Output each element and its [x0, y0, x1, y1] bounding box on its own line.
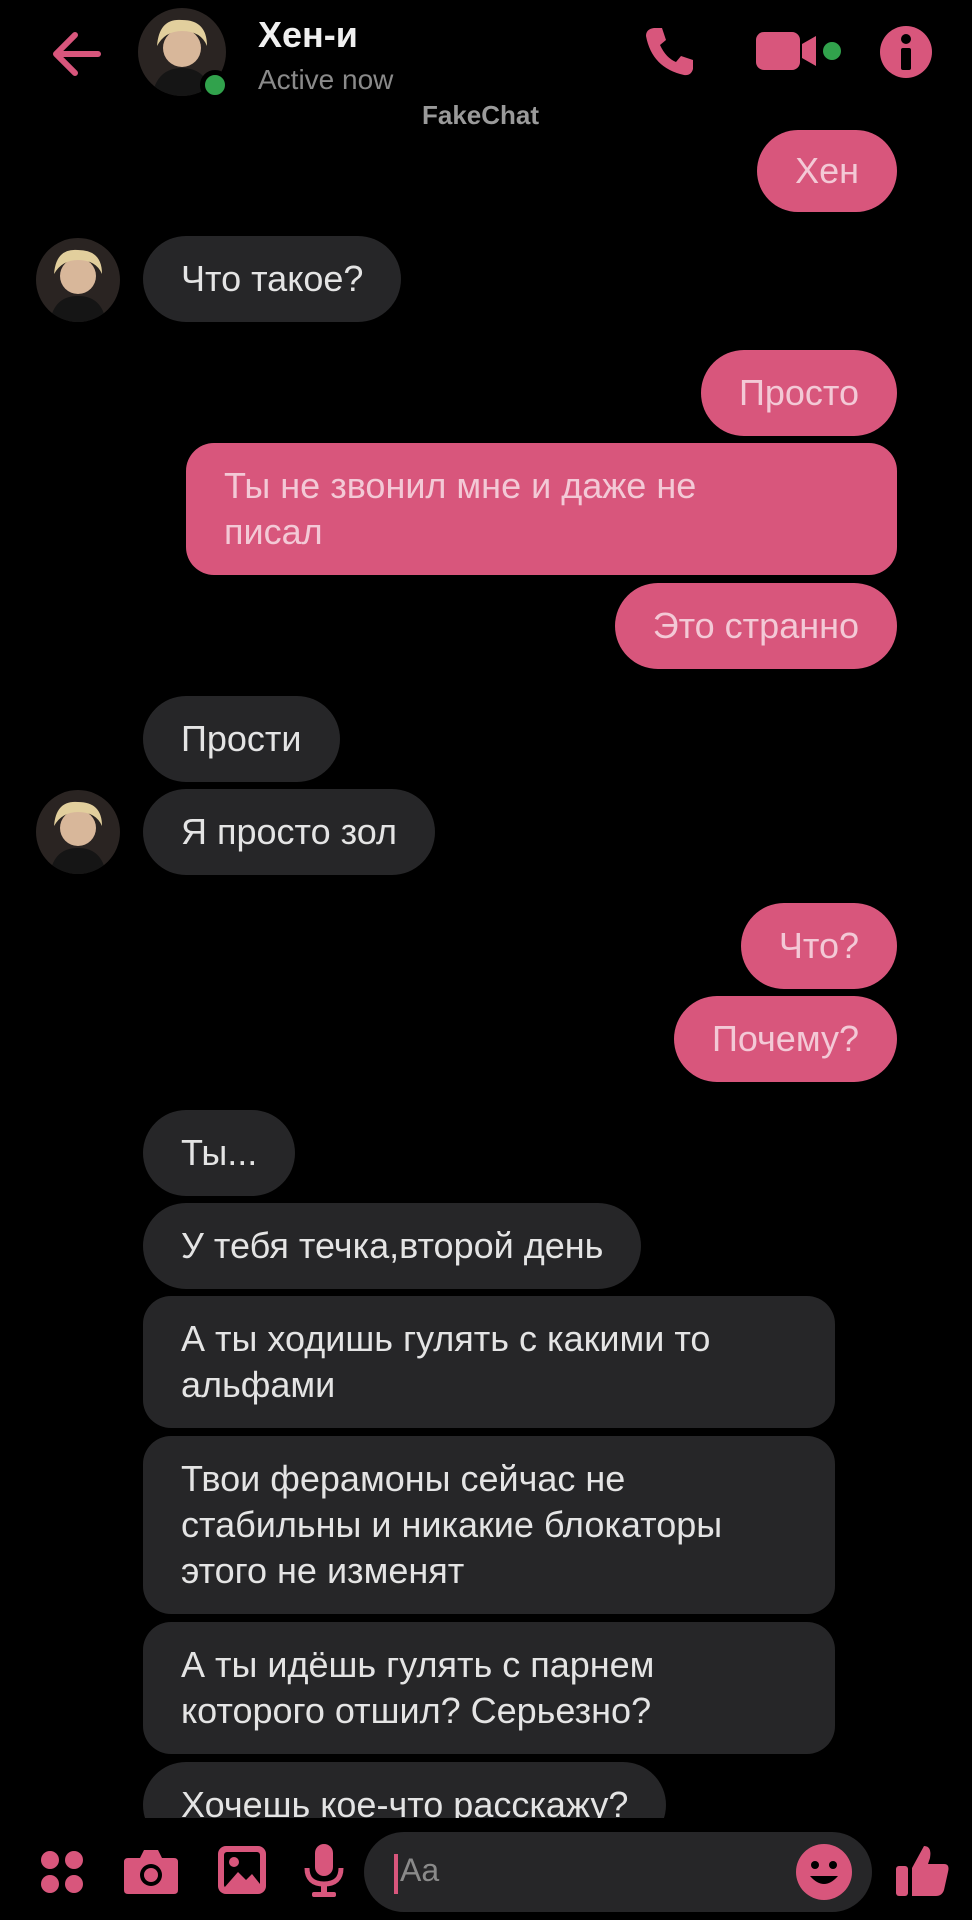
conversation-header: Хен-и Active now FakeChat: [0, 0, 972, 135]
message-outgoing[interactable]: Почему?: [673, 996, 897, 1082]
contact-status: Active now: [258, 64, 394, 95]
message-composer: Aa: [0, 1820, 972, 1920]
message-incoming[interactable]: Ты...: [143, 1110, 296, 1196]
chat-avatar: [36, 238, 120, 322]
contact-name[interactable]: Хен-и: [258, 14, 358, 56]
camera-icon[interactable]: [122, 1846, 180, 1901]
apps-grid-icon[interactable]: [38, 1848, 86, 1901]
message-outgoing[interactable]: Это странно: [614, 583, 897, 669]
message-incoming[interactable]: А ты идёшь гулять с парнем которого отши…: [143, 1622, 835, 1754]
message-incoming[interactable]: Твои ферамоны сейчас не стабильны и ника…: [143, 1436, 835, 1614]
microphone-icon[interactable]: [302, 1842, 346, 1903]
message-outgoing[interactable]: Что?: [740, 903, 897, 989]
message-incoming[interactable]: Что такое?: [143, 236, 402, 322]
message-outgoing[interactable]: Просто: [700, 350, 897, 436]
message-incoming[interactable]: Хочешь кое-что расскажу?: [143, 1762, 667, 1820]
thumbs-up-icon[interactable]: [892, 1840, 952, 1905]
chat-thread[interactable]: Хен Что такое? Просто Ты не звонил мне и…: [0, 0, 972, 1820]
message-outgoing[interactable]: Ты не звонил мне и даже не писал: [186, 443, 897, 575]
message-incoming[interactable]: У тебя течка,второй день: [143, 1203, 642, 1289]
gallery-icon[interactable]: [216, 1844, 268, 1901]
message-incoming[interactable]: Я просто зол: [143, 789, 435, 875]
info-icon[interactable]: [878, 24, 934, 85]
online-indicator: [200, 70, 230, 100]
contact-avatar[interactable]: [138, 8, 230, 100]
message-outgoing[interactable]: Хен: [757, 130, 897, 212]
chat-avatar: [36, 790, 120, 874]
back-arrow-icon[interactable]: [48, 25, 106, 83]
message-input[interactable]: Aa: [364, 1832, 872, 1912]
message-incoming[interactable]: А ты ходишь гулять с какими то альфами: [143, 1296, 835, 1428]
watermark: FakeChat: [422, 100, 540, 130]
phone-icon[interactable]: [640, 22, 698, 85]
text-caret: [394, 1854, 398, 1894]
emoji-icon[interactable]: [794, 1842, 854, 1907]
video-camera-icon[interactable]: [754, 28, 844, 81]
message-input-placeholder: Aa: [400, 1852, 440, 1888]
message-incoming[interactable]: Прости: [143, 696, 340, 782]
